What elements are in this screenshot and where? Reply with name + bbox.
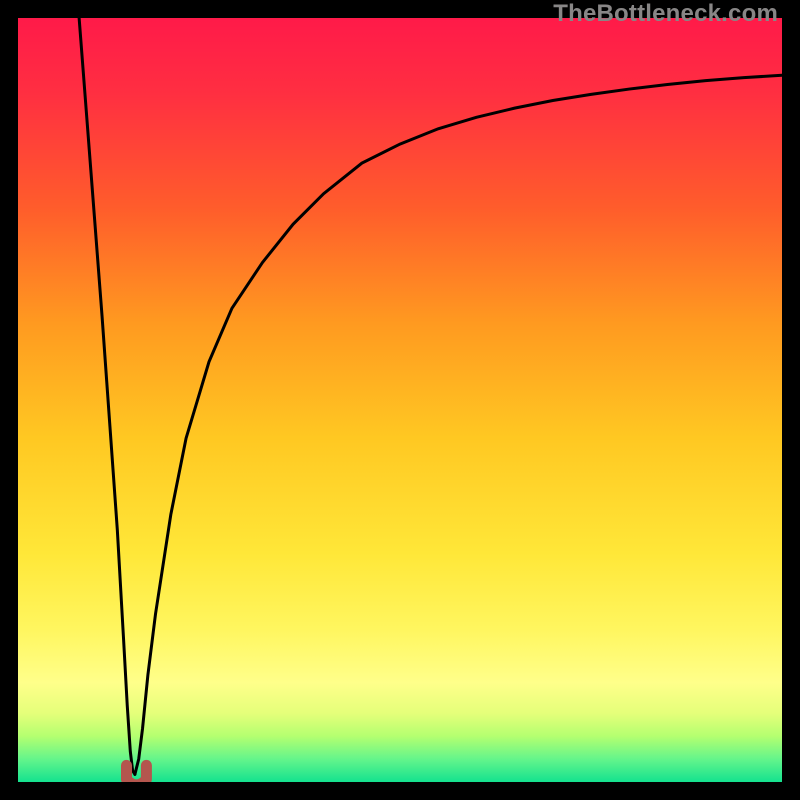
gradient-background [18,18,782,782]
watermark-label: TheBottleneck.com [553,0,778,28]
chart-svg [18,18,782,782]
chart-plot-area [18,18,782,782]
chart-frame: TheBottleneck.com [0,0,800,800]
